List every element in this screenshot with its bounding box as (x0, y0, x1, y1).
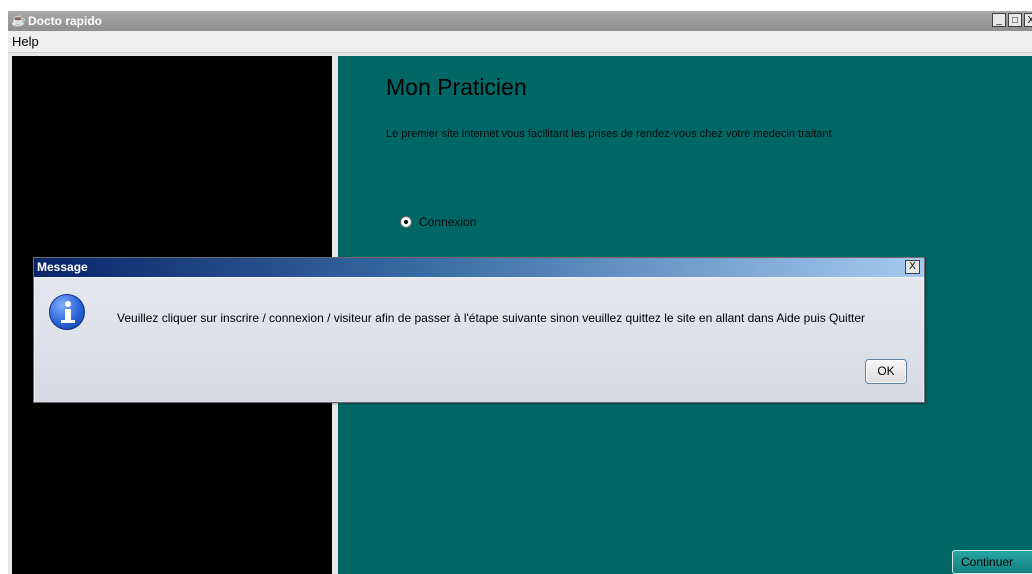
dialog-close-button[interactable]: X (905, 260, 920, 274)
dialog-message: Veuillez cliquer sur inscrire / connexio… (117, 311, 866, 325)
maximize-button[interactable]: □ (1008, 13, 1022, 27)
window-controls: _ □ X (992, 13, 1032, 27)
dialog-title: Message (37, 260, 88, 274)
minimize-button[interactable]: _ (992, 13, 1006, 27)
continue-button[interactable]: Continuer (952, 550, 1032, 574)
menu-bar: Help (8, 31, 1032, 53)
connexion-label[interactable]: Connexion (419, 215, 476, 229)
window-title: Docto rapido (28, 14, 102, 28)
java-app-icon: ☕ (11, 13, 26, 27)
close-button[interactable]: X (1024, 13, 1032, 27)
dialog-body: Veuillez cliquer sur inscrire / connexio… (35, 278, 923, 402)
page-title: Mon Praticien (386, 74, 527, 100)
page-subtitle: Le premier site internet vous facilitant… (386, 128, 832, 140)
connexion-option[interactable]: Connexion (400, 215, 476, 229)
dialog-titlebar[interactable]: Message X (34, 258, 924, 277)
connexion-radio[interactable] (400, 216, 412, 228)
ok-button[interactable]: OK (865, 359, 907, 384)
window-titlebar[interactable]: ☕ Docto rapido _ □ X (8, 11, 1032, 31)
info-icon (49, 294, 85, 330)
menu-help[interactable]: Help (12, 34, 39, 49)
message-dialog: Message X Veuillez cliquer sur inscrire … (33, 257, 925, 403)
